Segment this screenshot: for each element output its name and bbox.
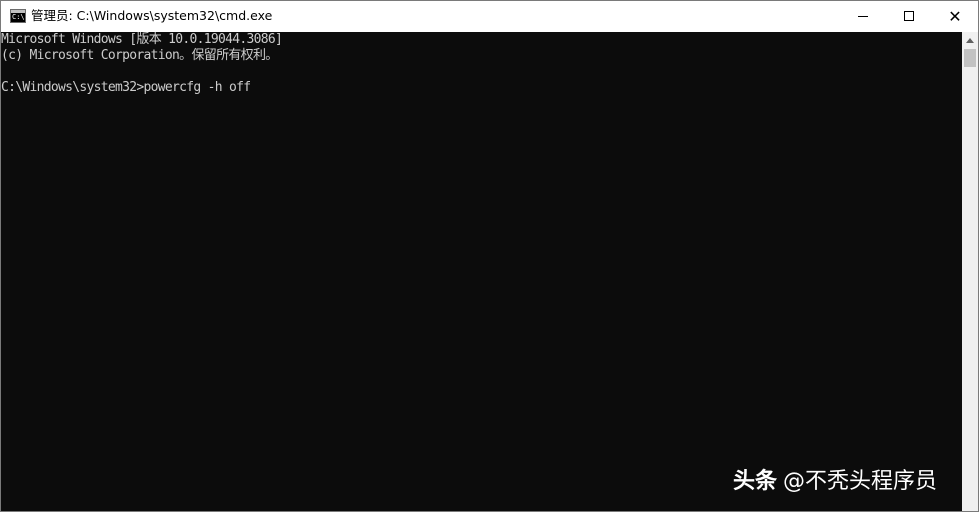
vertical-scrollbar[interactable] <box>962 32 978 511</box>
title-bar[interactable]: C:\. 管理员: C:\Windows\system32\cmd.exe ✕ <box>1 1 978 32</box>
cmd-app-icon[interactable]: C:\. <box>10 9 29 23</box>
icon-glyph: C:\. <box>12 13 29 21</box>
scroll-up-arrow-icon[interactable] <box>966 38 974 43</box>
minimize-button[interactable] <box>840 1 886 31</box>
watermark: 头条 @不秃头程序员 <box>733 467 937 497</box>
maximize-icon <box>904 11 914 21</box>
console-line-command: C:\Windows\system32>powercfg -h off <box>1 80 251 95</box>
window-title: 管理员: C:\Windows\system32\cmd.exe <box>31 8 273 23</box>
close-button[interactable]: ✕ <box>932 1 978 31</box>
console-line-copyright: (c) Microsoft Corporation。保留所有权利。 <box>1 48 278 63</box>
watermark-brand: 头条 <box>733 469 778 494</box>
maximize-button[interactable] <box>886 1 932 31</box>
cmd-window: C:\. 管理员: C:\Windows\system32\cmd.exe ✕ … <box>0 0 979 512</box>
minimize-icon <box>858 15 868 17</box>
console-line-version: Microsoft Windows [版本 10.0.19044.3086] <box>1 32 283 47</box>
console-output[interactable]: Microsoft Windows [版本 10.0.19044.3086] (… <box>1 32 962 511</box>
scrollbar-thumb[interactable] <box>964 49 976 67</box>
close-icon: ✕ <box>948 6 962 26</box>
watermark-handle: @不秃头程序员 <box>783 469 938 494</box>
